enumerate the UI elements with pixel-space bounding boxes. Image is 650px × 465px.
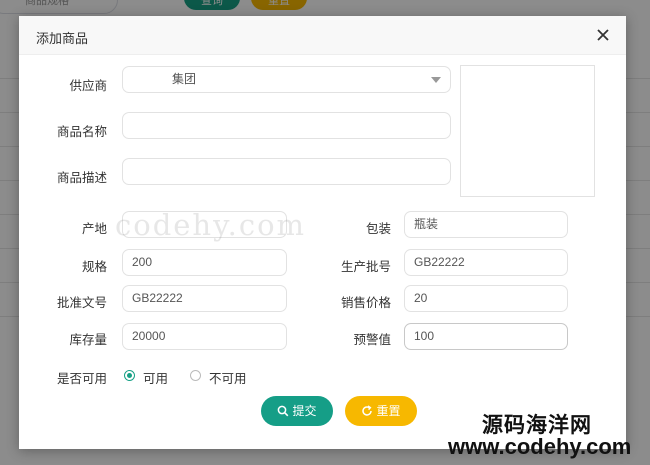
- name-label: 商品名称: [56, 125, 107, 139]
- available-radio[interactable]: [124, 370, 135, 381]
- dialog-title: 添加商品: [36, 31, 89, 46]
- spec-input[interactable]: 200: [122, 249, 287, 276]
- packaging-input[interactable]: 瓶装: [404, 211, 568, 238]
- product-image-upload[interactable]: [460, 65, 595, 197]
- approval-label: 批准文号: [56, 296, 107, 310]
- price-input[interactable]: 20: [404, 285, 568, 312]
- search-icon: [278, 405, 289, 417]
- description-input[interactable]: [122, 158, 451, 185]
- reset-label: 重置: [376, 404, 401, 418]
- unavailable-radio[interactable]: [190, 370, 201, 381]
- supplier-value: 集团: [172, 72, 197, 86]
- reset-button[interactable]: 重置: [345, 396, 417, 426]
- approval-input[interactable]: GB22222: [122, 285, 287, 312]
- origin-label: 产地: [81, 222, 107, 236]
- warning-label: 预警值: [353, 333, 391, 347]
- availability-label: 是否可用: [56, 372, 107, 386]
- brand-url: www.codehy.com: [448, 434, 632, 459]
- add-product-dialog: 添加商品 供应商 集团 商品名称 商品描述 产地 包装 瓶装 规格 200 生产…: [19, 16, 626, 449]
- unavailable-radio-label[interactable]: 不可用: [209, 368, 247, 387]
- batch-input[interactable]: GB22222: [404, 249, 568, 276]
- submit-button[interactable]: 提交: [261, 396, 333, 426]
- dialog-header: 添加商品: [19, 16, 626, 55]
- warning-input[interactable]: 100: [404, 323, 568, 350]
- close-button[interactable]: [594, 26, 612, 44]
- watermark-text: codehy.com: [115, 208, 307, 242]
- stock-label: 库存量: [69, 333, 107, 347]
- chevron-down-icon: [431, 77, 441, 83]
- stock-input[interactable]: 20000: [122, 323, 287, 350]
- batch-label: 生产批号: [340, 260, 391, 274]
- price-label: 销售价格: [340, 296, 391, 310]
- refresh-icon: [362, 405, 373, 416]
- name-input[interactable]: [122, 112, 451, 139]
- supplier-label: 供应商: [69, 79, 107, 93]
- packaging-label: 包装: [365, 222, 391, 236]
- submit-label: 提交: [292, 404, 317, 418]
- spec-label: 规格: [81, 260, 107, 274]
- available-radio-label[interactable]: 可用: [143, 368, 168, 387]
- close-icon: [597, 29, 609, 41]
- supplier-select[interactable]: 集团: [122, 66, 451, 93]
- description-label: 商品描述: [56, 171, 107, 185]
